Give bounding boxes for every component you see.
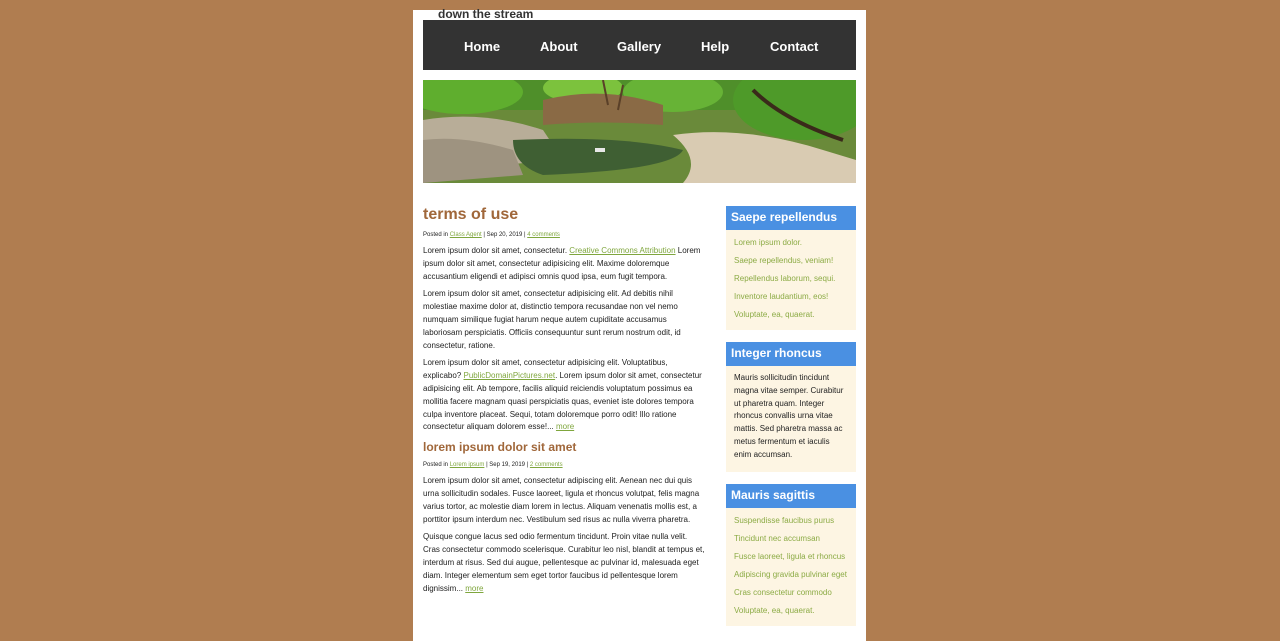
sidebar-box-body: Mauris sollicitudin tincidunt magna vita… xyxy=(726,366,856,472)
header-banner-image xyxy=(423,80,856,183)
creative-commons-link[interactable]: Creative Commons Attribution xyxy=(569,246,675,255)
post-paragraph: Lorem ipsum dolor sit amet, consectetur.… xyxy=(423,246,701,281)
sidebar-link[interactable]: Inventore laudantium, eos! xyxy=(734,288,848,306)
page-container: down the stream Home About Gallery Help … xyxy=(413,7,866,641)
post-paragraph: Quisque congue lacus sed odio fermentum … xyxy=(423,532,705,593)
post-paragraph: Lorem ipsum dolor sit amet, consectetur … xyxy=(423,476,700,524)
sidebar-link[interactable]: Voluptate, ea, quaerat. xyxy=(734,306,848,324)
nav-home[interactable]: Home xyxy=(464,39,500,54)
sidebar-link[interactable]: Repellendus laborum, sequi. xyxy=(734,270,848,288)
sidebar-link[interactable]: Suspendisse faucibus purus xyxy=(734,512,848,530)
meta-prefix: Posted in xyxy=(423,232,449,238)
post-title[interactable]: lorem ipsum dolor sit amet xyxy=(423,439,705,455)
nav-about[interactable]: About xyxy=(540,39,578,54)
post-1: terms of use Posted in Class Agent | Sep… xyxy=(423,205,705,434)
sidebar-box-body: Suspendisse faucibus purus Tincidunt nec… xyxy=(726,508,856,626)
sidebar-link[interactable]: Tincidunt nec accumsan xyxy=(734,530,848,548)
publicdomainpictures-link[interactable]: PublicDomainPictures.net xyxy=(463,371,555,380)
sidebar-box-body: Lorem ipsum dolor. Saepe repellendus, ve… xyxy=(726,230,856,330)
nav-contact[interactable]: Contact xyxy=(770,39,818,54)
sidebar-link[interactable]: Adipiscing gravida pulvinar eget xyxy=(734,566,848,584)
main-content: terms of use Posted in Class Agent | Sep… xyxy=(423,205,705,600)
post-category-link[interactable]: Class Agent xyxy=(450,232,482,238)
nav-gallery[interactable]: Gallery xyxy=(617,39,661,54)
sidebar-link[interactable]: Fusce laoreet, ligula et rhoncus xyxy=(734,548,848,566)
sidebar-box-integer: Integer rhoncus Mauris sollicitudin tinc… xyxy=(726,342,856,472)
sidebar-text: Mauris sollicitudin tincidunt magna vita… xyxy=(734,373,844,459)
post-paragraph: Lorem ipsum dolor sit amet, consectetur … xyxy=(423,358,702,432)
read-more-link[interactable]: more xyxy=(465,584,483,593)
post-meta: Posted in Lorem ipsum | Sep 19, 2019 | 2… xyxy=(423,460,705,470)
sidebar-box-saepe: Saepe repellendus Lorem ipsum dolor. Sae… xyxy=(726,206,856,330)
sidebar-link[interactable]: Voluptate, ea, quaerat. xyxy=(734,602,848,620)
sidebar-link[interactable]: Cras consectetur commodo xyxy=(734,584,848,602)
nav-help[interactable]: Help xyxy=(701,39,729,54)
post-comments-link[interactable]: 2 comments xyxy=(530,462,563,468)
sidebar-link[interactable]: Saepe repellendus, veniam! xyxy=(734,252,848,270)
sidebar-box-title: Integer rhoncus xyxy=(726,342,856,366)
main-navigation: Home About Gallery Help Contact xyxy=(423,20,856,70)
read-more-link[interactable]: more xyxy=(556,422,574,431)
post-date: | Sep 19, 2019 | xyxy=(486,462,529,469)
sidebar-link[interactable]: Lorem ipsum dolor. xyxy=(734,234,848,252)
sidebar-box-title: Saepe repellendus xyxy=(726,206,856,230)
site-title: down the stream xyxy=(438,7,534,21)
post-title[interactable]: terms of use xyxy=(423,205,705,225)
post-date: | Sep 20, 2019 | xyxy=(483,232,526,238)
post-paragraph: Lorem ipsum dolor sit amet, consectetur … xyxy=(423,289,681,350)
post-2: lorem ipsum dolor sit amet Posted in Lor… xyxy=(423,439,705,595)
post-comments-link[interactable]: 4 comments xyxy=(527,232,560,238)
post-category-link[interactable]: Lorem ipsum xyxy=(450,462,485,468)
sidebar-box-mauris: Mauris sagittis Suspendisse faucibus pur… xyxy=(726,484,856,626)
meta-prefix: Posted in xyxy=(423,462,449,469)
sidebar-box-title: Mauris sagittis xyxy=(726,484,856,508)
post-meta: Posted in Class Agent | Sep 20, 2019 | 4… xyxy=(423,230,705,240)
